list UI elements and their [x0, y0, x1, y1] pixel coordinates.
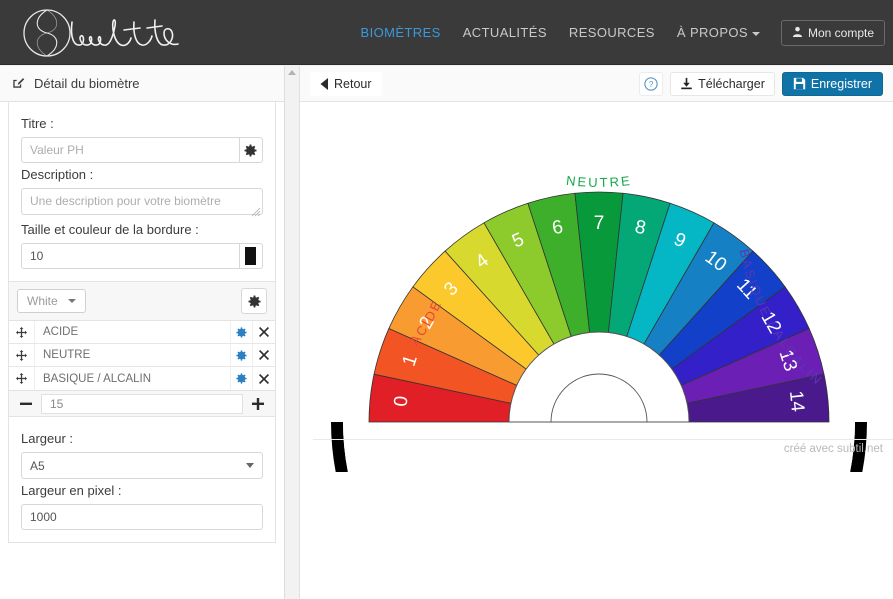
user-icon	[792, 26, 803, 40]
gauge-canvas: 01234567891011121314ACIDENEUTREBASIQUE /…	[300, 102, 893, 599]
account-button[interactable]: Mon compte	[781, 20, 885, 46]
description-wrap	[21, 188, 263, 218]
gauge-segment-label: 0	[391, 395, 413, 408]
sidebar-header-title: Détail du biomètre	[34, 76, 140, 91]
section-count-stepper: 15	[8, 391, 276, 417]
sidebar-header: Détail du biomètre	[0, 66, 284, 102]
title-label: Titre :	[21, 116, 263, 131]
width-px-input[interactable]	[21, 504, 263, 530]
color-scheme-dropdown[interactable]: White	[17, 289, 86, 313]
toolbar-right: ? Télécharger Enregistrer	[639, 72, 883, 96]
nav-links: BIOMÈTRES ACTUALITÉS RESOURCES À PROPOS …	[350, 0, 885, 65]
section-count-value[interactable]: 15	[41, 394, 243, 414]
save-button-label: Enregistrer	[811, 77, 872, 91]
back-button-label: Retour	[334, 77, 372, 91]
edit-icon	[12, 75, 26, 92]
nav-link-actualites[interactable]: ACTUALITÉS	[452, 0, 558, 65]
gauge-zone-label: NEUTRE	[565, 173, 632, 190]
nav-link-a-propos-label: À PROPOS	[677, 25, 748, 40]
nav-link-a-propos[interactable]: À PROPOS	[666, 0, 771, 65]
size-card: Largeur : A5 Largeur en pixel :	[8, 417, 276, 543]
color-swatch	[245, 247, 256, 265]
title-settings-button[interactable]	[240, 137, 263, 163]
sidebar-scrollbar[interactable]	[285, 66, 300, 599]
title-input[interactable]	[21, 137, 240, 163]
close-icon	[259, 350, 269, 360]
border-input-group	[21, 243, 263, 269]
color-scheme-settings-button[interactable]	[241, 288, 267, 314]
chevron-left-icon	[320, 78, 329, 90]
border-color-button[interactable]	[240, 243, 263, 269]
width-select-wrap: A5	[21, 452, 263, 479]
plus-icon	[252, 398, 264, 410]
list-item[interactable]: ACIDE	[9, 321, 275, 344]
increment-button[interactable]	[247, 393, 269, 415]
border-label: Taille et couleur de la bordure :	[21, 222, 263, 237]
gauge-clip: 01234567891011121314ACIDENEUTREBASIQUE /…	[313, 137, 893, 472]
list-item[interactable]: BASIQUE / ALCALIN	[9, 367, 275, 390]
top-navbar: BIOMÈTRES ACTUALITÉS RESOURCES À PROPOS …	[0, 0, 893, 65]
decrement-button[interactable]	[15, 393, 37, 415]
drag-handle-icon[interactable]	[9, 321, 35, 343]
svg-text:?: ?	[649, 80, 654, 89]
scroll-up-icon[interactable]	[288, 70, 296, 75]
drag-handle-icon[interactable]	[9, 367, 35, 390]
save-icon	[793, 77, 806, 90]
minus-icon	[20, 398, 32, 410]
list-item-settings-button[interactable]	[231, 344, 253, 366]
gear-icon	[236, 373, 247, 384]
description-textarea[interactable]	[21, 188, 263, 215]
drag-handle-icon[interactable]	[9, 344, 35, 366]
download-button[interactable]: Télécharger	[670, 72, 775, 96]
download-icon	[680, 77, 693, 90]
canvas-divider	[313, 439, 893, 440]
list-item-settings-button[interactable]	[231, 367, 253, 390]
list-item-settings-button[interactable]	[231, 321, 253, 343]
help-circle-icon: ?	[644, 77, 658, 91]
chevron-down-icon	[68, 299, 76, 303]
nav-link-resources[interactable]: RESOURCES	[558, 0, 666, 65]
editor-toolbar: Retour ? Télécharger	[300, 66, 893, 102]
list-item-remove-button[interactable]	[253, 367, 275, 390]
gauge-segment-label: 14	[785, 390, 808, 414]
title-input-group	[21, 137, 263, 163]
canvas-credit: créé avec subtil.net	[784, 443, 883, 455]
help-button[interactable]: ?	[639, 72, 663, 96]
list-item-label: BASIQUE / ALCALIN	[35, 367, 231, 390]
list-item-label: NEUTRE	[35, 344, 231, 366]
sections-list: ACIDE NEUTRE	[8, 321, 276, 391]
color-scheme-label: White	[27, 294, 58, 308]
gear-icon	[244, 144, 257, 157]
gauge-chart: 01234567891011121314ACIDENEUTREBASIQUE /…	[313, 137, 893, 472]
width-select[interactable]: A5	[21, 452, 263, 479]
gauge-label-band	[343, 422, 855, 472]
gear-icon	[236, 350, 247, 361]
border-size-input[interactable]	[21, 243, 240, 269]
gear-icon	[248, 295, 261, 308]
width-label: Largeur :	[21, 431, 263, 446]
list-item[interactable]: NEUTRE	[9, 344, 275, 367]
width-px-label: Largeur en pixel :	[21, 483, 263, 498]
gear-icon	[236, 327, 247, 338]
account-button-label: Mon compte	[808, 26, 874, 40]
back-button[interactable]: Retour	[310, 72, 382, 96]
chevron-down-icon	[752, 32, 760, 36]
gauge-segment-label: 7	[594, 213, 605, 234]
color-scheme-strip: White	[8, 282, 276, 321]
sidebar-panel: Détail du biomètre Titre : Description :	[0, 66, 285, 599]
nav-link-biometres[interactable]: BIOMÈTRES	[350, 0, 452, 65]
close-icon	[259, 374, 269, 384]
editor-area: Retour ? Télécharger	[300, 66, 893, 599]
download-button-label: Télécharger	[698, 77, 765, 91]
toolbar-left: Retour	[310, 72, 382, 96]
list-item-remove-button[interactable]	[253, 321, 275, 343]
description-label: Description :	[21, 167, 263, 182]
list-item-label: ACIDE	[35, 321, 231, 343]
list-item-remove-button[interactable]	[253, 344, 275, 366]
close-icon	[259, 327, 269, 337]
sidebar-form-card: Titre : Description : Taille et couleur …	[8, 102, 276, 282]
save-button[interactable]: Enregistrer	[782, 72, 883, 96]
brand-logo[interactable]	[14, 2, 214, 64]
